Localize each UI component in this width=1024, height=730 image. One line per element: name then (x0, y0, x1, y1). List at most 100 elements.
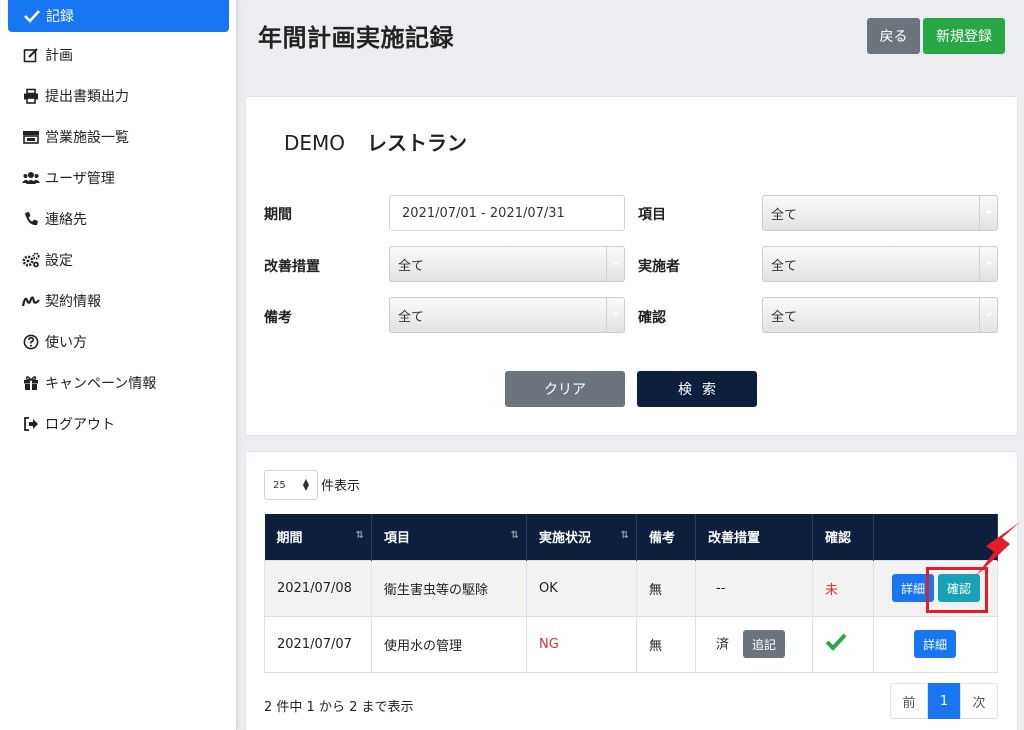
table-info: 2 件中 1 から 2 まで表示 (264, 700, 414, 715)
period-label: 期間 (264, 207, 292, 223)
sidebar-item-users[interactable]: ユーザ管理 (22, 166, 115, 190)
page-length-value: 25 (273, 479, 286, 491)
cell-confirm: 未 (812, 559, 874, 617)
improvement-label: 改善措置 (264, 259, 320, 275)
new-register-button[interactable]: 新規登録 (923, 18, 1005, 54)
store-icon (22, 128, 40, 146)
pagination-page-1[interactable]: 1 (928, 683, 960, 719)
cell-item: 衛生害虫等の駆除 (371, 559, 527, 617)
sidebar-item-label: 計画 (45, 48, 73, 64)
chevron-down-icon (606, 247, 624, 281)
item-label: 項目 (638, 207, 666, 223)
remarks-label: 備考 (264, 310, 292, 326)
cell-status: OK (526, 559, 637, 617)
implementer-select[interactable]: 全て (762, 246, 998, 282)
sign-out-icon (22, 415, 40, 433)
sort-icon: ⇅ (510, 530, 519, 541)
gears-icon (22, 251, 40, 269)
sidebar-item-label: 連絡先 (45, 212, 87, 228)
column-header-status[interactable]: 実施状況 ⇅ (526, 514, 637, 560)
check-icon (825, 633, 847, 651)
sidebar-item-label: 設定 (45, 253, 73, 269)
improvement-select[interactable]: 全て (389, 246, 625, 282)
users-icon (22, 169, 40, 187)
cell-improvement: -- (695, 559, 813, 617)
facility-prefix: DEMO (284, 131, 346, 155)
sidebar-item-label: キャンペーン情報 (45, 376, 157, 392)
search-button[interactable]: 検索 (637, 371, 757, 407)
sidebar-item-help[interactable]: 使い方 (22, 330, 87, 354)
sidebar-item-contacts[interactable]: 連絡先 (22, 207, 87, 231)
sidebar-item-label: 営業施設一覧 (45, 130, 129, 146)
signature-icon (22, 292, 40, 310)
sidebar-item-print[interactable]: 提出書類出力 (22, 84, 129, 108)
chevron-down-icon (979, 196, 997, 230)
page-length-label: 件表示 (321, 479, 361, 494)
clear-button[interactable]: クリア (505, 371, 625, 407)
sidebar-item-plan[interactable]: 計画 (22, 43, 73, 67)
pagination-prev[interactable]: 前 (890, 683, 928, 719)
chevron-down-icon (979, 247, 997, 281)
cell-date: 2021/07/08 (264, 559, 372, 617)
remarks-select[interactable]: 全て (389, 297, 625, 333)
cell-actions: 詳細 (873, 615, 998, 673)
facility-title: DEMO レストラン (284, 127, 467, 156)
column-header-remarks: 備考 (636, 514, 696, 560)
back-button[interactable]: 戻る (867, 18, 920, 54)
results-panel: 25 ▲ ▼ 件表示 期間 ⇅ 項目 ⇅ 実施状況 ⇅ 備考 改善措置 確認 2021/… (245, 451, 1018, 730)
sort-icon: ⇅ (620, 530, 629, 541)
sidebar-item-settings[interactable]: 設定 (22, 248, 73, 272)
column-header-improvement: 改善措置 (695, 514, 813, 560)
implementer-select-value: 全て (771, 258, 798, 274)
cell-remarks: 無 (636, 559, 696, 617)
sidebar: 記録 計画 提出書類出力 営業施設一覧 ユーザ管理 連絡先 設定 契約情報 使い… (0, 0, 237, 730)
cell-improvement: 済追記 (695, 615, 813, 673)
edit-icon (22, 46, 40, 64)
cell-date: 2021/07/07 (264, 615, 372, 673)
page-length-select[interactable]: 25 ▲ ▼ (264, 470, 318, 500)
detail-button[interactable]: 詳細 (914, 630, 956, 658)
search-panel: DEMO レストラン 期間 2021/07/01 - 2021/07/31 項目… (245, 96, 1018, 436)
item-select[interactable]: 全て (762, 195, 998, 231)
check-icon (24, 10, 40, 23)
pagination-next[interactable]: 次 (960, 683, 998, 719)
chevron-down-icon (606, 298, 624, 332)
sidebar-item-label: 契約情報 (45, 294, 101, 310)
append-button[interactable]: 追記 (743, 630, 786, 658)
sidebar-item-facilities[interactable]: 営業施設一覧 (22, 125, 129, 149)
printer-icon (22, 87, 40, 105)
sidebar-item-label: 提出書類出力 (45, 89, 129, 105)
table-row: 2021/07/07 使用水の管理 NG 無 済追記 詳細 (264, 615, 998, 673)
annotation-arrow-icon (976, 522, 1020, 576)
confirm-select[interactable]: 全て (762, 297, 998, 333)
sidebar-item-logout[interactable]: ログアウト (22, 412, 115, 436)
improvement-select-value: 全て (398, 258, 425, 274)
gift-icon (22, 374, 40, 392)
sidebar-item-label: 記録 (46, 9, 74, 25)
cell-confirm (812, 615, 874, 673)
sidebar-item-label: 使い方 (45, 335, 87, 351)
column-header-item[interactable]: 項目 ⇅ (371, 514, 527, 560)
sidebar-item-contract[interactable]: 契約情報 (22, 289, 101, 313)
improvement-status: 済 (716, 637, 730, 653)
sidebar-item-label: ユーザ管理 (45, 171, 115, 187)
sort-icon: ⇅ (355, 530, 364, 541)
sidebar-item-label: ログアウト (45, 417, 115, 433)
remarks-select-value: 全て (398, 309, 425, 325)
chevron-down-icon (979, 298, 997, 332)
item-select-value: 全て (771, 207, 798, 223)
table-row: 2021/07/08 衛生害虫等の駆除 OK 無 -- 未 詳細 確認 (264, 559, 998, 617)
page-title: 年間計画実施記録 (258, 24, 454, 52)
implementer-label: 実施者 (638, 259, 680, 275)
pagination: 前 1 次 (890, 683, 998, 719)
confirm-label: 確認 (638, 310, 666, 326)
confirm-select-value: 全て (771, 309, 798, 325)
sidebar-item-campaign[interactable]: キャンペーン情報 (22, 371, 156, 395)
column-header-confirm: 確認 (812, 514, 874, 560)
phone-icon (22, 210, 40, 228)
column-header-period[interactable]: 期間 ⇅ (264, 514, 372, 560)
facility-name: レストラン (367, 131, 468, 155)
cell-status: NG (526, 615, 637, 673)
period-input[interactable]: 2021/07/01 - 2021/07/31 (389, 195, 625, 231)
sidebar-item-records[interactable]: 記録 (8, 0, 229, 32)
